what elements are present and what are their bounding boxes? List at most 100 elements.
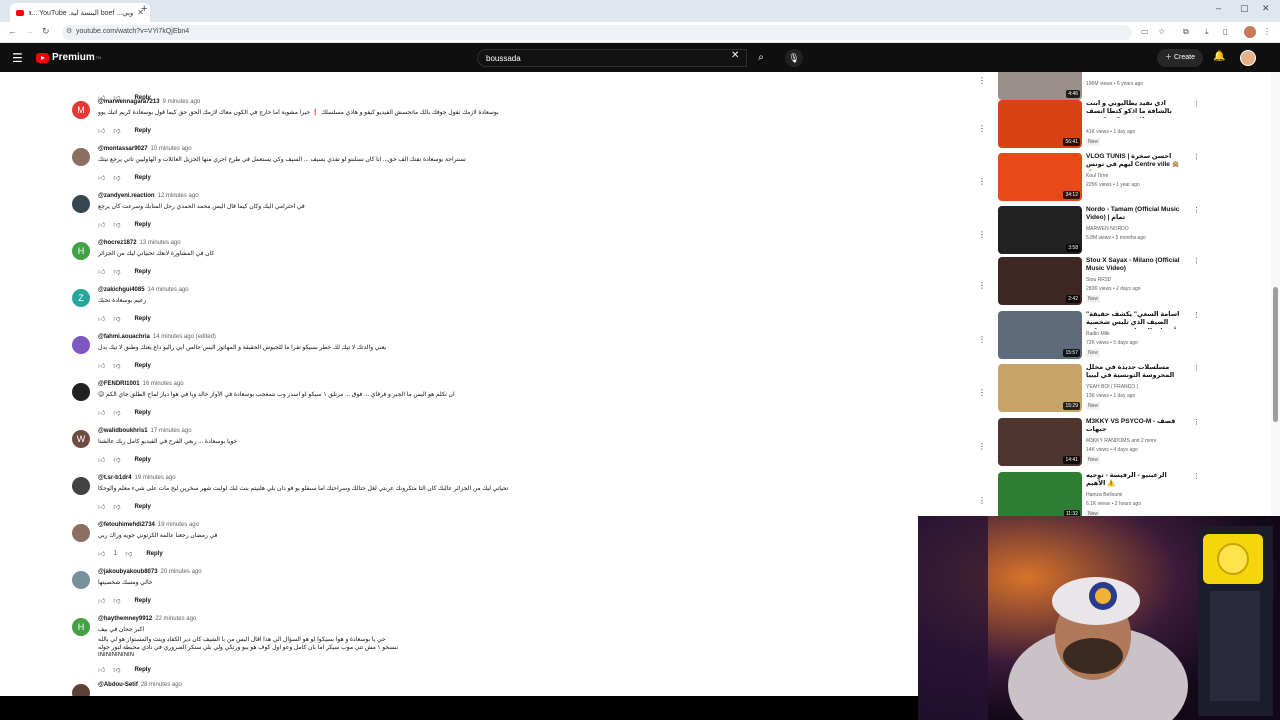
related-video-item[interactable]: 11:32 الرغبنيو - الرفيسة - توجيه الأهيم … bbox=[998, 472, 1208, 522]
reply-button[interactable]: Reply bbox=[134, 128, 150, 134]
comment-menu-icon[interactable]: ⋮ bbox=[978, 124, 986, 133]
video-thumbnail[interactable]: 4:46 bbox=[998, 72, 1082, 100]
comment-menu-icon[interactable]: ⋮ bbox=[978, 335, 986, 344]
video-menu-icon[interactable]: ⋮ bbox=[1193, 311, 1200, 319]
like-icon[interactable]: 👍︎ bbox=[98, 220, 105, 229]
channel-name[interactable]: Hamza Belloumi bbox=[1086, 492, 1122, 498]
comment-author[interactable]: @fahmi.aouachria bbox=[98, 334, 150, 340]
comment-time[interactable]: 20 minutes ago bbox=[161, 569, 202, 575]
comment-author[interactable]: @hocrez1872 bbox=[98, 240, 137, 246]
like-icon[interactable]: 👍︎ bbox=[98, 267, 105, 276]
comment-menu-icon[interactable]: ⋮ bbox=[978, 442, 986, 451]
voice-search-icon[interactable]: 🎙 bbox=[785, 49, 803, 67]
comment-time[interactable]: 13 minutes ago bbox=[140, 240, 181, 246]
channel-name[interactable]: Koul Time bbox=[1086, 173, 1108, 179]
menu-icon[interactable]: ☰ bbox=[12, 51, 23, 65]
comment-time[interactable]: 10 minutes ago bbox=[151, 146, 192, 152]
video-thumbnail[interactable]: 14:41 bbox=[998, 418, 1082, 466]
search-input[interactable]: boussada bbox=[477, 49, 747, 67]
video-menu-icon[interactable]: ⋮ bbox=[1193, 418, 1200, 426]
dislike-icon[interactable]: 👎︎ bbox=[113, 455, 120, 464]
comment-menu-icon[interactable]: ⋮ bbox=[978, 496, 986, 505]
comment-menu-icon[interactable]: ⋮ bbox=[978, 76, 986, 85]
like-icon[interactable]: 👍︎ bbox=[98, 455, 105, 464]
maximize-icon[interactable]: ▢ bbox=[1240, 3, 1249, 14]
comment-time[interactable]: 19 minutes ago bbox=[158, 522, 199, 528]
comment-author[interactable]: @zakichgui4085 bbox=[98, 287, 145, 293]
commenter-avatar[interactable] bbox=[72, 571, 90, 589]
commenter-avatar[interactable] bbox=[72, 524, 90, 542]
create-button[interactable]: ＋ Create bbox=[1157, 49, 1203, 67]
video-title[interactable]: VLOG TUNIS | احسن سخرة ليهم في تونس Cent… bbox=[1086, 153, 1186, 171]
comment-time[interactable]: 14 minutes ago bbox=[148, 287, 189, 293]
video-title[interactable]: اذي نفيد يطاليوني و ابنت بالشافة ما اذكو… bbox=[1086, 100, 1186, 118]
comment-menu-icon[interactable]: ⋮ bbox=[978, 177, 986, 186]
related-video-item[interactable]: 14:41 M3KKY VS PSYCO-M - قصف جبهات M3KKY… bbox=[998, 418, 1208, 468]
like-icon[interactable]: 👍︎ bbox=[98, 596, 105, 605]
bookmark-star-icon[interactable]: ☆ bbox=[1158, 27, 1165, 36]
reply-button[interactable]: Reply bbox=[134, 175, 150, 181]
youtube-logo[interactable]: Premium TN bbox=[36, 52, 101, 63]
video-thumbnail[interactable]: 34:12 bbox=[998, 153, 1082, 201]
forward-icon[interactable]: → bbox=[25, 26, 34, 36]
video-thumbnail[interactable]: 11:32 bbox=[998, 472, 1082, 520]
reply-button[interactable]: Reply bbox=[134, 667, 150, 673]
video-title[interactable]: "أسامة السعي" يكشف حقيقة الضيف الذي تلبس… bbox=[1086, 311, 1186, 329]
comment-menu-icon[interactable]: ⋮ bbox=[978, 388, 986, 397]
video-thumbnail[interactable]: 56:41 bbox=[998, 100, 1082, 148]
comment-menu-icon[interactable]: ⋮ bbox=[978, 230, 986, 239]
dislike-icon[interactable]: 👎︎ bbox=[113, 220, 120, 229]
close-window-icon[interactable]: ✕ bbox=[1262, 3, 1270, 14]
like-icon[interactable]: 👍︎ bbox=[98, 408, 105, 417]
downloads-icon[interactable]: ⤓ bbox=[1205, 27, 1209, 37]
video-menu-icon[interactable]: ⋮ bbox=[1193, 206, 1200, 214]
comment-author[interactable]: @fetouhimehdi2734 bbox=[98, 522, 155, 528]
reply-button[interactable]: Reply bbox=[134, 316, 150, 322]
like-icon[interactable]: 👍︎ bbox=[98, 314, 105, 323]
browser-tab[interactable]: وبي... boef البنسة ليه. ba... YouTube ✕ bbox=[10, 3, 150, 22]
clear-search-icon[interactable]: ✕ bbox=[731, 50, 739, 61]
commenter-avatar[interactable] bbox=[72, 148, 90, 166]
browser-profile-avatar[interactable] bbox=[1244, 26, 1256, 38]
like-icon[interactable]: 👍︎ bbox=[98, 502, 105, 511]
reply-button[interactable]: Reply bbox=[134, 269, 150, 275]
video-title[interactable]: مسلسلات جديدة في مخلل المحروسة التونسية … bbox=[1086, 364, 1186, 381]
commenter-avatar[interactable]: H bbox=[72, 242, 90, 260]
commenter-avatar[interactable]: W bbox=[72, 430, 90, 448]
commenter-avatar[interactable] bbox=[72, 684, 90, 696]
comment-time[interactable]: 9 minutes ago bbox=[163, 99, 201, 105]
commenter-avatar[interactable]: H bbox=[72, 618, 90, 636]
commenter-avatar[interactable] bbox=[72, 477, 90, 495]
dislike-icon[interactable]: 👎︎ bbox=[113, 267, 120, 276]
comment-time[interactable]: 16 minutes ago bbox=[143, 381, 184, 387]
like-icon[interactable]: 👍︎ bbox=[98, 173, 105, 182]
reply-button[interactable]: Reply bbox=[134, 598, 150, 604]
dislike-icon[interactable]: 👎︎ bbox=[113, 502, 120, 511]
video-menu-icon[interactable]: ⋮ bbox=[1193, 472, 1200, 480]
minimize-icon[interactable]: – bbox=[1216, 3, 1221, 13]
reply-button[interactable]: Reply bbox=[134, 457, 150, 463]
dislike-icon[interactable]: 👎︎ bbox=[113, 314, 120, 323]
comment-time[interactable]: 14 minutes ago (edited) bbox=[153, 334, 216, 340]
reload-icon[interactable]: ↻ bbox=[42, 26, 50, 37]
dislike-icon[interactable]: 👎︎ bbox=[113, 596, 120, 605]
comment-time[interactable]: 12 minutes ago bbox=[158, 193, 199, 199]
dislike-icon[interactable]: 👎︎ bbox=[113, 408, 120, 417]
comment-author[interactable]: @montassar9027 bbox=[98, 146, 148, 152]
video-thumbnail[interactable]: 15:57 bbox=[998, 311, 1082, 359]
commenter-avatar[interactable]: M bbox=[72, 101, 90, 119]
video-menu-icon[interactable]: ⋮ bbox=[1193, 257, 1200, 265]
video-menu-icon[interactable]: ⋮ bbox=[1193, 153, 1200, 161]
back-icon[interactable]: ← bbox=[8, 26, 17, 36]
like-icon[interactable]: 👍︎ bbox=[98, 126, 105, 135]
related-video-item[interactable]: 34:12 VLOG TUNIS | احسن سخرة ليهم في تون… bbox=[998, 153, 1208, 203]
commenter-avatar[interactable] bbox=[72, 336, 90, 354]
related-video-item[interactable]: 56:41 اذي نفيد يطاليوني و ابنت بالشافة م… bbox=[998, 100, 1208, 150]
browser-menu-icon[interactable]: ⋮ bbox=[1263, 27, 1271, 36]
related-video-item[interactable]: 4:46 196M views • 6 years ago ⋮ bbox=[998, 72, 1208, 102]
related-video-item[interactable]: 15:29 مسلسلات جديدة في مخلل المحروسة الت… bbox=[998, 364, 1208, 414]
video-menu-icon[interactable]: ⋮ bbox=[1193, 100, 1200, 108]
like-icon[interactable]: 👍︎ bbox=[98, 665, 105, 674]
dislike-icon[interactable]: 👎︎ bbox=[113, 126, 120, 135]
comment-author[interactable]: @walidboukhris1 bbox=[98, 428, 148, 434]
